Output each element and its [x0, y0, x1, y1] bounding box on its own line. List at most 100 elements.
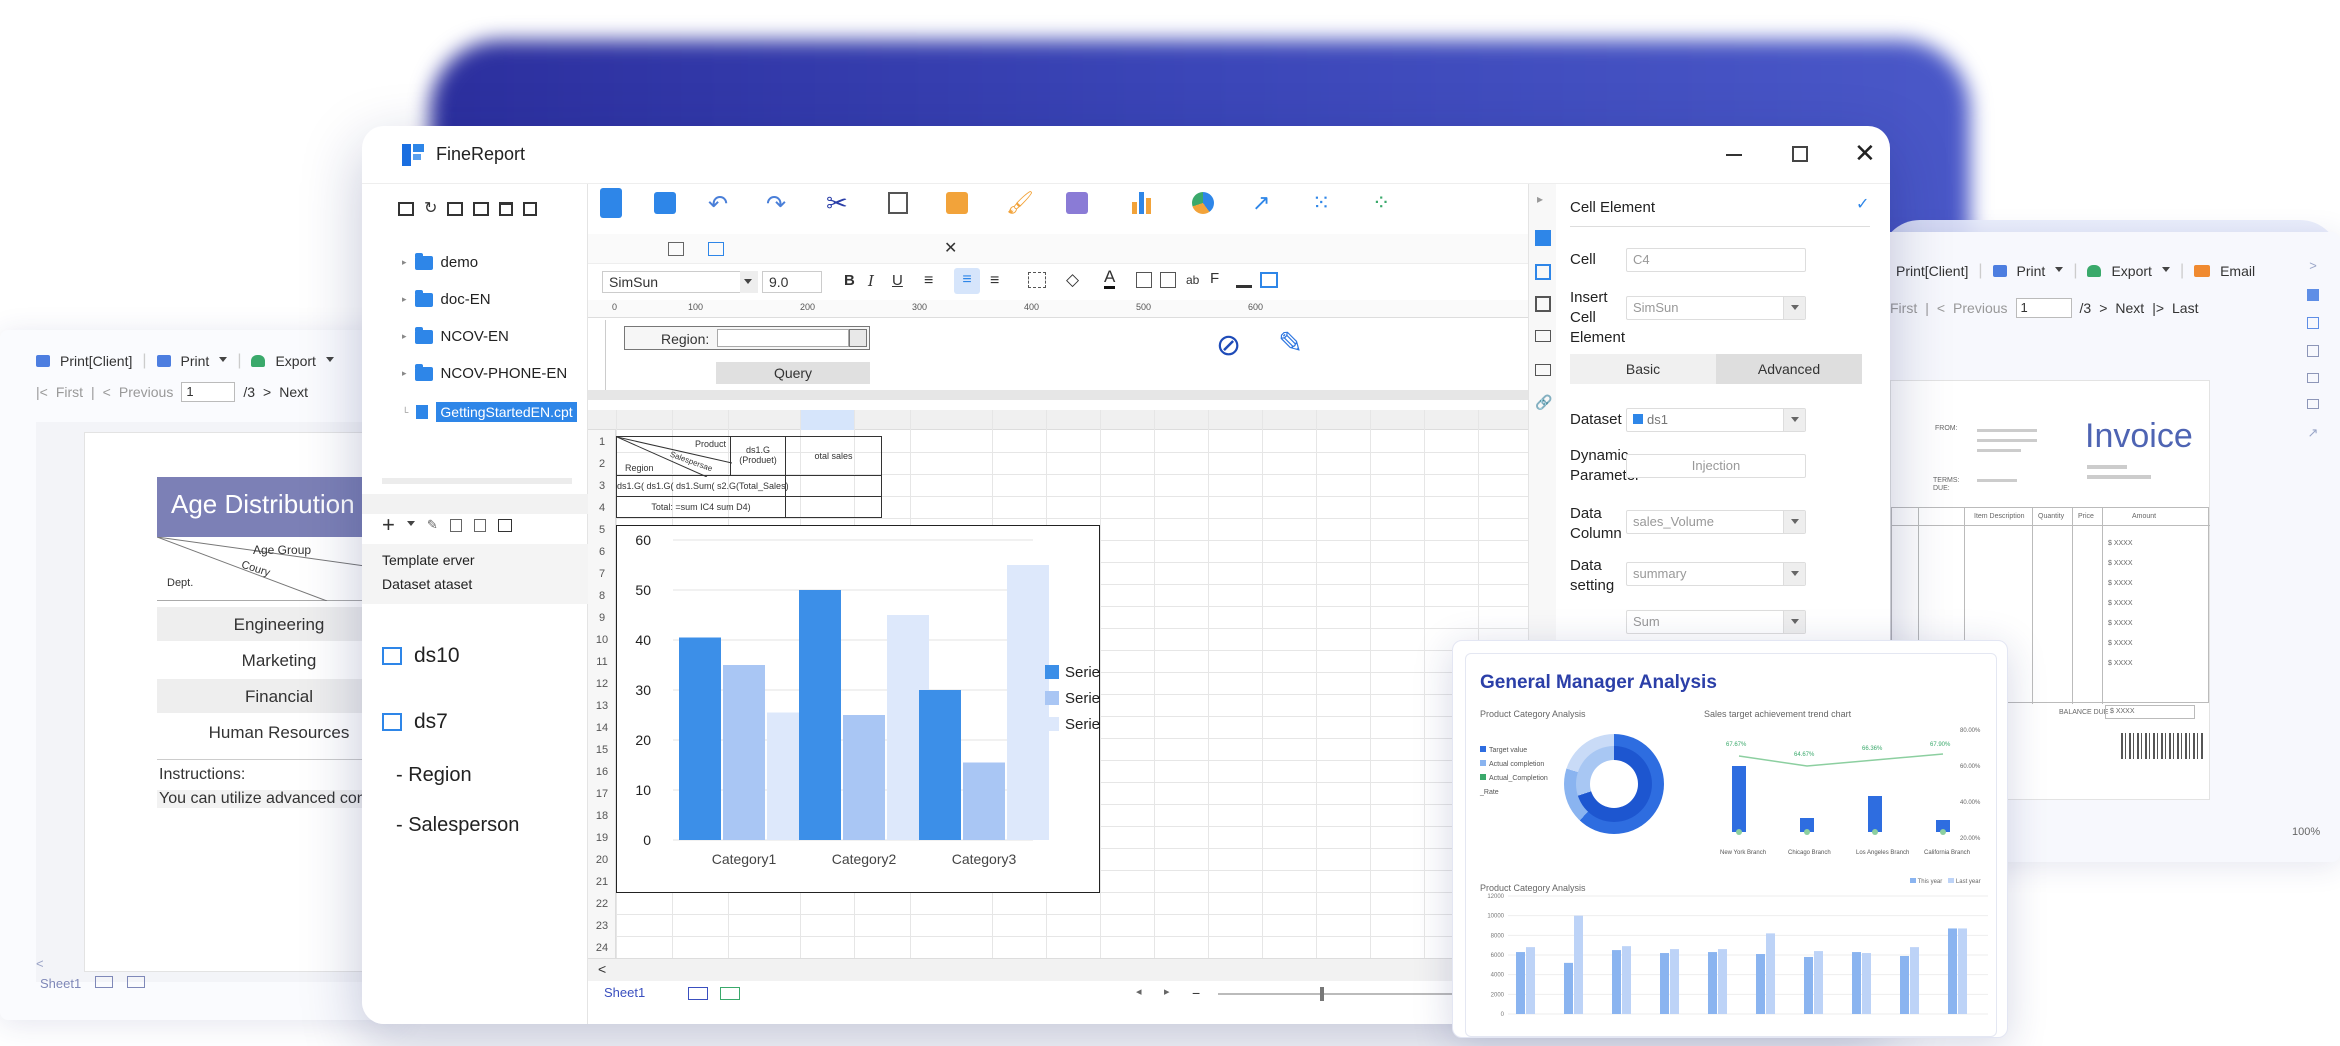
- font-select[interactable]: SimSun: [602, 271, 758, 293]
- panel-splitter[interactable]: [382, 478, 572, 484]
- row-number[interactable]: 18: [588, 810, 616, 822]
- row-number[interactable]: 17: [588, 788, 616, 800]
- row-number[interactable]: 16: [588, 766, 616, 778]
- format-painter-icon[interactable]: 🖌: [1006, 190, 1034, 216]
- region-dropdown-icon[interactable]: [849, 329, 867, 347]
- unmerge-icon[interactable]: [1160, 272, 1176, 288]
- fill-color-icon[interactable]: ◇: [1066, 270, 1079, 290]
- chevron-down-icon[interactable]: [1783, 511, 1805, 533]
- link-icon[interactable]: ↗: [2308, 425, 2319, 441]
- edit-icon[interactable]: ✎: [427, 517, 438, 533]
- previous-icon[interactable]: <: [1937, 300, 1945, 316]
- sql-icon[interactable]: [497, 518, 512, 532]
- collapse-icon[interactable]: >: [2309, 258, 2317, 273]
- next-button[interactable]: Next: [279, 384, 308, 400]
- cell-element-icon[interactable]: [1535, 230, 1551, 246]
- next-icon[interactable]: >: [2099, 300, 2107, 316]
- add-sheet-icon[interactable]: [95, 976, 114, 988]
- grid-icon[interactable]: [2307, 317, 2319, 329]
- scatter-chart-icon[interactable]: ⁙: [1312, 190, 1330, 216]
- empty-cell[interactable]: [785, 475, 882, 497]
- row-number[interactable]: 15: [588, 744, 616, 756]
- chevron-down-icon[interactable]: [406, 520, 415, 530]
- panel-divider[interactable]: [362, 494, 588, 514]
- edit-icon[interactable]: [473, 202, 490, 216]
- row-number[interactable]: 3: [588, 480, 616, 492]
- cell-attr-icon[interactable]: [1535, 264, 1551, 280]
- template-dataset-item[interactable]: Template erver: [362, 544, 588, 576]
- row-number[interactable]: 1: [588, 436, 616, 448]
- tree-item-ncov-en[interactable]: ▸ NCOV-EN: [402, 326, 509, 345]
- bubble-chart-icon[interactable]: ⁘: [1372, 190, 1390, 216]
- preview-icon[interactable]: [473, 518, 486, 532]
- scroll-left-icon[interactable]: <: [36, 956, 44, 971]
- pie-chart-icon[interactable]: [1192, 192, 1214, 214]
- template-icon[interactable]: [600, 188, 622, 218]
- frame-icon[interactable]: [2307, 345, 2319, 357]
- widget-setting-icon[interactable]: [1535, 330, 1551, 342]
- cell-input[interactable]: C4: [1626, 248, 1806, 272]
- line-chart-icon[interactable]: ↗: [1252, 190, 1270, 216]
- row-number[interactable]: 4: [588, 502, 616, 514]
- panel-icon[interactable]: [2307, 373, 2319, 383]
- prev-sheet-icon[interactable]: ◂: [1136, 985, 1142, 998]
- tree-item-ncov-phone-en[interactable]: ▸ NCOV-PHONE-EN: [402, 363, 567, 382]
- add-sheet-icon[interactable]: [127, 976, 146, 988]
- total-sales-cell[interactable]: otal sales: [785, 436, 882, 476]
- save-icon[interactable]: [654, 192, 676, 214]
- dataset-select[interactable]: ds1: [1626, 408, 1806, 432]
- dataset-ds10[interactable]: ds10: [382, 644, 460, 668]
- chevron-down-icon[interactable]: [1783, 563, 1805, 585]
- new-folder-icon[interactable]: [398, 202, 414, 216]
- tree-item-demo[interactable]: ▸ demo: [402, 252, 478, 271]
- first-button[interactable]: First: [56, 384, 83, 400]
- row-number[interactable]: 7: [588, 568, 616, 580]
- add-sheet-icon[interactable]: [688, 987, 708, 1000]
- export-button[interactable]: Export: [2111, 263, 2151, 279]
- bar-chart-container[interactable]: 0 10 20 30 40 50 60 Category1 Category2 Category3…: [616, 525, 1116, 893]
- chevron-down-icon[interactable]: [325, 356, 334, 366]
- total-cell[interactable]: Total: =sum IC4 sum D4): [616, 496, 786, 518]
- close-tab-icon[interactable]: ✕: [944, 238, 957, 258]
- chevron-down-icon[interactable]: [1783, 611, 1805, 633]
- slash-header-cell[interactable]: Product Salespersae Region: [616, 436, 732, 477]
- image-icon[interactable]: [1260, 272, 1278, 288]
- print-button[interactable]: Print: [2017, 263, 2046, 279]
- previous-icon[interactable]: <: [103, 384, 111, 400]
- tree-item-doc-en[interactable]: ▸ doc-EN: [402, 289, 491, 308]
- pin-icon[interactable]: ✓: [1856, 194, 1869, 214]
- tab-basic[interactable]: Basic: [1570, 354, 1716, 384]
- row-number[interactable]: 13: [588, 700, 616, 712]
- row-number[interactable]: 23: [588, 920, 616, 932]
- row-number[interactable]: 6: [588, 546, 616, 558]
- border-icon[interactable]: [1028, 272, 1046, 288]
- bar-chart-icon[interactable]: [1130, 190, 1154, 214]
- zoom-slider[interactable]: [1218, 993, 1458, 995]
- first-button[interactable]: First: [1890, 300, 1917, 316]
- print-client-button[interactable]: Print[Client]: [1896, 263, 1968, 279]
- ds1g-cell[interactable]: ds1.G (Produet): [730, 436, 786, 476]
- row-number[interactable]: 21: [588, 876, 616, 888]
- formula-cell[interactable]: ds1.G( ds1.G( ds1.Sum( s2.G(Total_Sales): [616, 475, 789, 497]
- row-number[interactable]: 11: [588, 656, 616, 668]
- font-color-icon[interactable]: A: [1104, 268, 1116, 289]
- stack-icon[interactable]: [2307, 399, 2319, 409]
- undo-icon[interactable]: ↶: [708, 190, 728, 219]
- empty-cell[interactable]: [785, 496, 882, 518]
- scroll-left-icon[interactable]: <: [598, 961, 606, 977]
- widget-icon[interactable]: [2307, 289, 2319, 301]
- text-icon[interactable]: ab: [1186, 273, 1199, 287]
- add-sheet-icon[interactable]: [720, 987, 740, 1000]
- row-number[interactable]: 19: [588, 832, 616, 844]
- align-right-icon[interactable]: ≡: [990, 272, 999, 290]
- expand-icon[interactable]: ▸: [1537, 192, 1543, 206]
- copy-icon[interactable]: [888, 192, 908, 214]
- chevron-down-icon[interactable]: [1783, 409, 1805, 431]
- merge-icon[interactable]: [1136, 272, 1152, 288]
- dynamic-param-button[interactable]: Injection: [1626, 454, 1806, 478]
- row-number[interactable]: 10: [588, 634, 616, 646]
- sheet-tab[interactable]: Sheet1: [40, 976, 81, 991]
- insert-row-icon[interactable]: [668, 242, 684, 256]
- next-button[interactable]: Next: [2115, 300, 2144, 316]
- row-number[interactable]: 20: [588, 854, 616, 866]
